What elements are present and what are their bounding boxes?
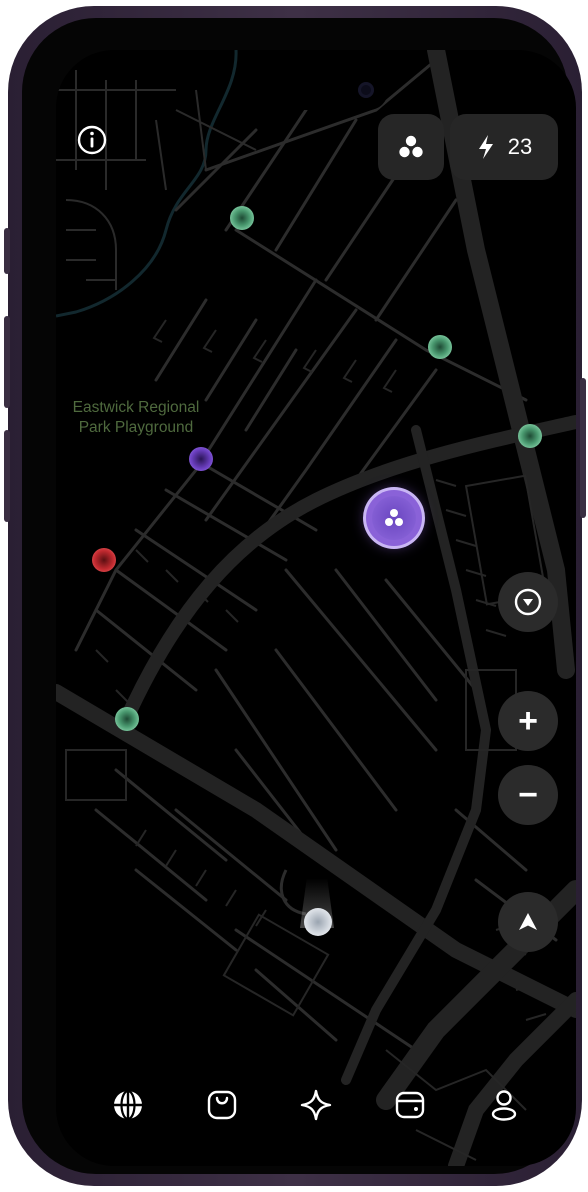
user-location-marker[interactable] bbox=[304, 908, 332, 936]
phone-frame: Eastwick Regional Park Playground 23 + − bbox=[4, 6, 586, 1186]
green-marker[interactable] bbox=[428, 335, 452, 359]
cluster-marker[interactable] bbox=[366, 490, 422, 546]
screen: Eastwick Regional Park Playground 23 + − bbox=[56, 50, 576, 1166]
group-icon bbox=[399, 135, 423, 158]
group-icon bbox=[385, 509, 403, 526]
tab-discover[interactable] bbox=[298, 1087, 334, 1123]
bag-icon bbox=[207, 1090, 237, 1120]
tab-map[interactable] bbox=[110, 1087, 146, 1123]
zoom-out-label: − bbox=[518, 776, 538, 814]
profile-icon bbox=[491, 1090, 517, 1121]
green-marker[interactable] bbox=[518, 424, 542, 448]
power-button bbox=[580, 378, 586, 518]
camera bbox=[358, 82, 374, 98]
compass-button[interactable] bbox=[498, 572, 558, 632]
cul-de-sac bbox=[279, 869, 307, 916]
tab-profile[interactable] bbox=[486, 1087, 522, 1123]
volume-down-button bbox=[4, 430, 10, 522]
wallet-icon bbox=[395, 1091, 425, 1119]
navigation-arrow-icon bbox=[519, 913, 537, 930]
purple-marker[interactable] bbox=[189, 447, 213, 471]
locate-me-button[interactable] bbox=[498, 892, 558, 952]
zoom-in-button[interactable]: + bbox=[498, 691, 558, 751]
volume-up-button bbox=[4, 316, 10, 408]
energy-counter[interactable]: 23 bbox=[450, 114, 558, 180]
green-marker[interactable] bbox=[115, 707, 139, 731]
group-button[interactable] bbox=[378, 114, 444, 180]
park-label: Eastwick Regional Park Playground bbox=[72, 399, 200, 436]
energy-count: 23 bbox=[507, 134, 533, 159]
tab-wallet[interactable] bbox=[392, 1087, 428, 1123]
tab-bar bbox=[56, 1080, 576, 1130]
chevron-down-circle-icon bbox=[514, 588, 542, 616]
zoom-out-button[interactable]: − bbox=[498, 765, 558, 825]
residential-streets-nw bbox=[56, 70, 257, 290]
bezel: Eastwick Regional Park Playground 23 + − bbox=[22, 18, 576, 1174]
zoom-in-label: + bbox=[518, 702, 538, 740]
action-button bbox=[4, 228, 10, 274]
green-marker[interactable] bbox=[230, 206, 254, 230]
dynamic-island bbox=[244, 72, 388, 110]
globe-icon bbox=[114, 1089, 142, 1121]
red-marker[interactable] bbox=[92, 548, 116, 572]
lightning-icon bbox=[478, 135, 493, 159]
tab-shop[interactable] bbox=[204, 1087, 240, 1123]
sparkle-icon bbox=[300, 1089, 332, 1121]
info-icon bbox=[77, 125, 107, 155]
info-button[interactable] bbox=[76, 124, 108, 156]
